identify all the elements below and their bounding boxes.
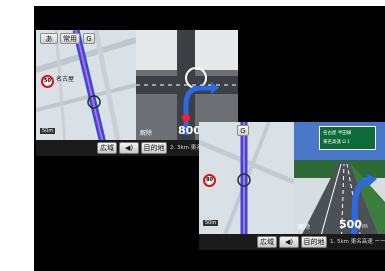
volume-button[interactable]: ◀): [119, 142, 139, 154]
gps-icon[interactable]: G: [83, 33, 95, 44]
navigation-screen-2: G 80 50m 名古屋 半田線 東名高速 Ω 1 解除 500m 広域 ◀) …: [199, 122, 385, 250]
destination-button-2[interactable]: 目的地: [301, 236, 327, 248]
wide-area-button[interactable]: 広域: [97, 142, 117, 154]
volume-button-2[interactable]: ◀): [279, 236, 299, 248]
destination-button[interactable]: 目的地: [141, 142, 167, 154]
screenshot-stage: あ 常用 G 50 名古屋 50m 解除 800m 広域 ◀) 目的地 2. 3…: [34, 6, 385, 271]
scale-label: 50m: [40, 128, 56, 134]
guidance-cancel-label[interactable]: 解除: [140, 128, 152, 137]
signboard-line-2: 東名高速 Ω 1: [323, 140, 351, 145]
guidance-distance-value: 800: [178, 124, 201, 137]
bottom-toolbar-2: 広域 ◀) 目的地 1. 5km 東名高速 ーーー: [199, 234, 385, 250]
status-button[interactable]: あ: [40, 33, 58, 44]
wide-area-button-2[interactable]: 広域: [257, 236, 277, 248]
highway-signboard: 名古屋 半田線 東名高速 Ω 1: [319, 126, 376, 150]
route-info-2: 1. 5km 東名高速 ーーー: [330, 239, 385, 245]
scale-label-2-text: 50m: [205, 220, 217, 226]
signboard-line-1: 名古屋 半田線: [323, 131, 352, 136]
mode-button[interactable]: 常用: [60, 33, 80, 44]
speed-limit-sign-2: 80: [203, 174, 216, 187]
guidance-distance-2: 500m: [339, 218, 368, 231]
guidance-distance-unit-2: m: [361, 223, 368, 230]
scale-label-2: 50m: [203, 220, 219, 226]
gps-icon-2[interactable]: G: [237, 125, 249, 136]
map-place-label: 名古屋: [56, 76, 75, 83]
guidance-distance-value-2: 500: [339, 218, 362, 231]
guidance-cancel-label-2[interactable]: 解除: [298, 222, 310, 231]
speed-limit-sign: 50: [41, 75, 54, 88]
